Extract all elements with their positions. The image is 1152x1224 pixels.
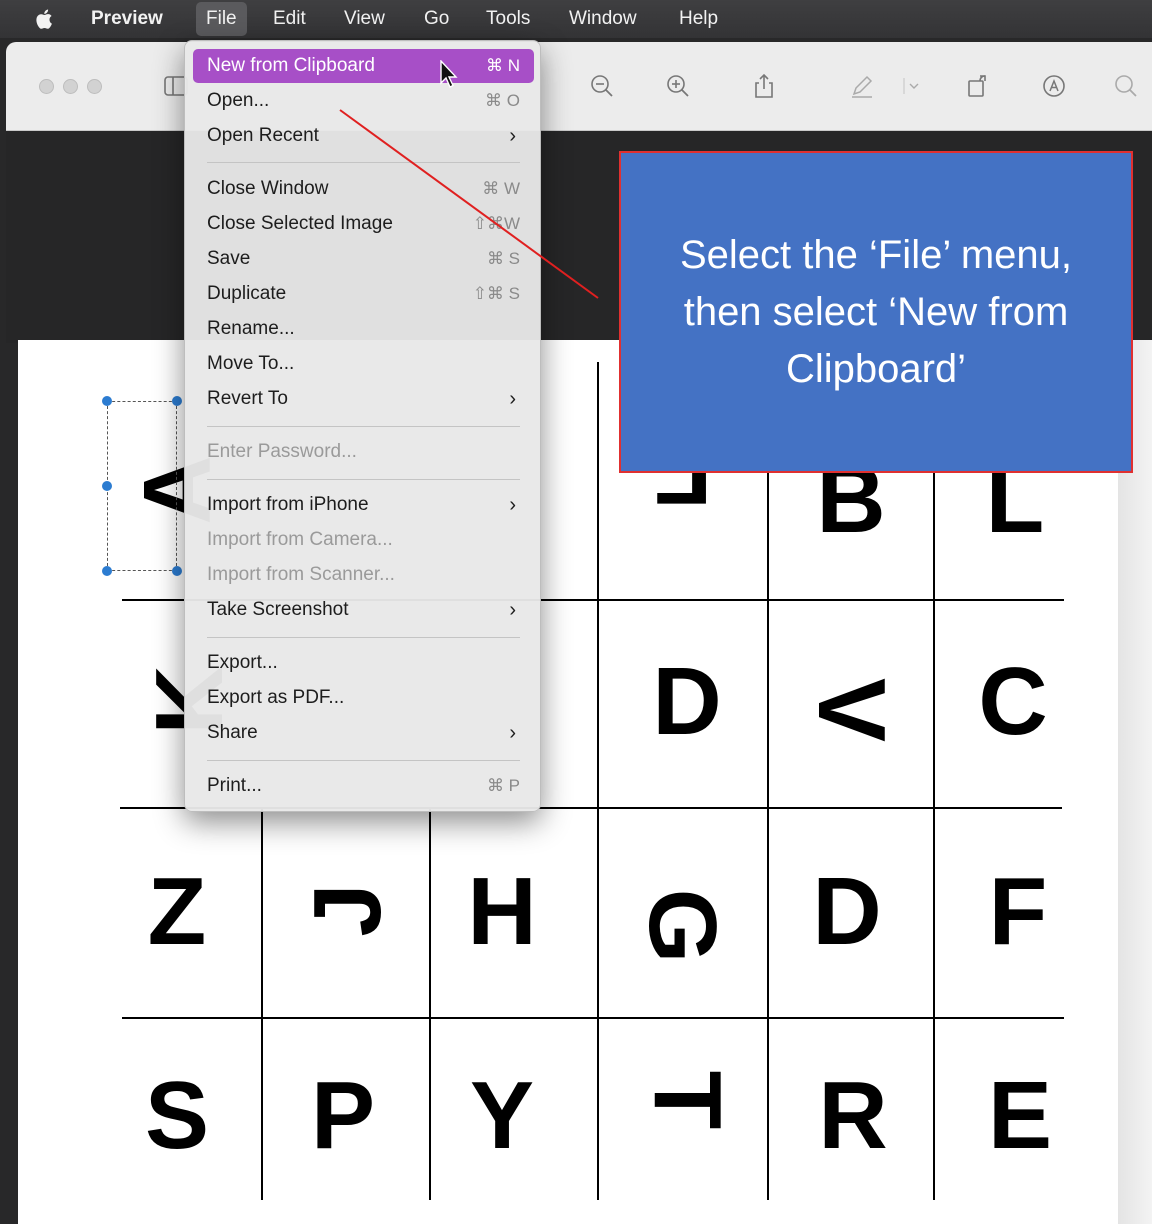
letter-r4c4: T	[634, 1070, 741, 1130]
mouse-cursor-icon	[440, 60, 458, 88]
menu-item-import-from-camera: Import from Camera...	[193, 523, 534, 557]
menu-item-label: Open Recent	[207, 125, 319, 146]
menu-item-import-from-scanner: Import from Scanner...	[193, 558, 534, 592]
menu-item-close-window[interactable]: Close Window ⌘ W	[193, 172, 534, 206]
submenu-chevron-icon: ›	[509, 125, 516, 147]
menu-item-label: Revert To	[207, 388, 288, 409]
menu-item-shortcut: ⌘ N	[486, 56, 520, 75]
menu-item-label: Share	[207, 722, 258, 743]
letter-r3c5: D	[812, 858, 882, 965]
callout-text: Select the ‘File’ menu, then select ‘New…	[679, 232, 1073, 391]
menu-item-shortcut: ⇧⌘W	[472, 214, 520, 233]
menu-item-label: Close Window	[207, 178, 329, 199]
menu-item-print[interactable]: Print... ⌘ P	[193, 769, 534, 803]
menu-item-shortcut: ⌘ S	[486, 249, 520, 268]
menu-item-export[interactable]: Export...	[193, 646, 534, 680]
letter-r2c4: D	[652, 648, 722, 755]
menu-item-rename[interactable]: Rename...	[193, 312, 534, 346]
menu-item-label: Open...	[207, 90, 270, 111]
letter-r4c3: Y	[469, 1062, 535, 1169]
submenu-chevron-icon: ›	[509, 599, 516, 621]
menu-item-label: Import from Scanner...	[207, 564, 395, 585]
letter-r3c1: Z	[147, 858, 207, 965]
letter-r3c4: G	[629, 888, 736, 964]
submenu-chevron-icon: ›	[509, 388, 516, 410]
selection-handle-top-right[interactable]	[172, 396, 182, 406]
menu-item-enter-password: Enter Password...	[193, 435, 534, 469]
menu-item-revert-to[interactable]: Revert To ›	[193, 382, 534, 416]
menu-item-open-recent[interactable]: Open Recent ›	[193, 119, 534, 153]
letter-r4c1: S	[144, 1062, 210, 1169]
letter-r2c6: C	[978, 648, 1048, 755]
letter-r3c2: J	[294, 883, 401, 937]
menu-item-shortcut: ⌘ P	[486, 776, 520, 795]
selection-handle-middle-left[interactable]	[102, 481, 112, 491]
selection-handle-top-left[interactable]	[102, 396, 112, 406]
menu-item-label: Duplicate	[207, 283, 287, 304]
menu-item-label: Rename...	[207, 318, 295, 339]
menu-item-open[interactable]: Open... ⌘ O	[193, 84, 534, 118]
menu-item-export-as-pdf[interactable]: Export as PDF...	[193, 681, 534, 715]
menu-item-share[interactable]: Share ›	[193, 716, 534, 750]
file-menu-dropdown: New from Clipboard ⌘ N Open... ⌘ O Open Re…	[184, 40, 541, 812]
menu-item-label: Take Screenshot	[207, 599, 349, 620]
menu-item-shortcut: ⌘ W	[482, 179, 520, 198]
menu-separator	[207, 162, 520, 163]
menu-item-label: Save	[207, 248, 251, 269]
selection-handle-bottom-right[interactable]	[172, 566, 182, 576]
selection-handle-bottom-left[interactable]	[102, 566, 112, 576]
letter-r4c2: P	[310, 1062, 376, 1169]
menu-item-label: Export as PDF...	[207, 687, 345, 708]
menu-item-close-selected-image[interactable]: Close Selected Image ⇧⌘W	[193, 207, 534, 241]
menu-item-label: Close Selected Image	[207, 213, 393, 234]
submenu-chevron-icon: ›	[509, 494, 516, 516]
menu-item-label: Import from iPhone	[207, 494, 369, 515]
menu-item-label: Print...	[207, 775, 262, 796]
menu-item-save[interactable]: Save ⌘ S	[193, 242, 534, 276]
menu-item-label: Move To...	[207, 353, 295, 374]
menu-item-duplicate[interactable]: Duplicate ⇧⌘ S	[193, 277, 534, 311]
letter-r2c5: V	[798, 677, 905, 743]
menu-item-move-to[interactable]: Move To...	[193, 347, 534, 381]
menu-item-label: Export...	[207, 652, 278, 673]
menu-item-shortcut: ⌘ O	[485, 91, 520, 110]
menu-item-label: Enter Password...	[207, 441, 357, 462]
letter-r4c6: E	[987, 1062, 1053, 1169]
menu-item-label: Import from Camera...	[207, 529, 393, 550]
letter-r4c5: R	[818, 1062, 888, 1169]
menu-separator	[207, 760, 520, 761]
letter-r3c6: F	[988, 858, 1048, 965]
menu-item-shortcut: ⇧⌘ S	[472, 284, 520, 303]
selection-rectangle[interactable]	[107, 401, 177, 571]
instruction-callout: Select the ‘File’ menu, then select ‘New…	[619, 151, 1133, 473]
submenu-chevron-icon: ›	[509, 722, 516, 744]
menu-item-take-screenshot[interactable]: Take Screenshot ›	[193, 593, 534, 627]
menu-item-new-from-clipboard[interactable]: New from Clipboard ⌘ N	[193, 49, 534, 83]
letter-r3c3: H	[467, 858, 537, 965]
menu-item-label: New from Clipboard	[207, 55, 375, 76]
menu-separator	[207, 479, 520, 480]
menu-separator	[207, 637, 520, 638]
menu-separator	[207, 426, 520, 427]
menu-item-import-from-iphone[interactable]: Import from iPhone ›	[193, 488, 534, 522]
